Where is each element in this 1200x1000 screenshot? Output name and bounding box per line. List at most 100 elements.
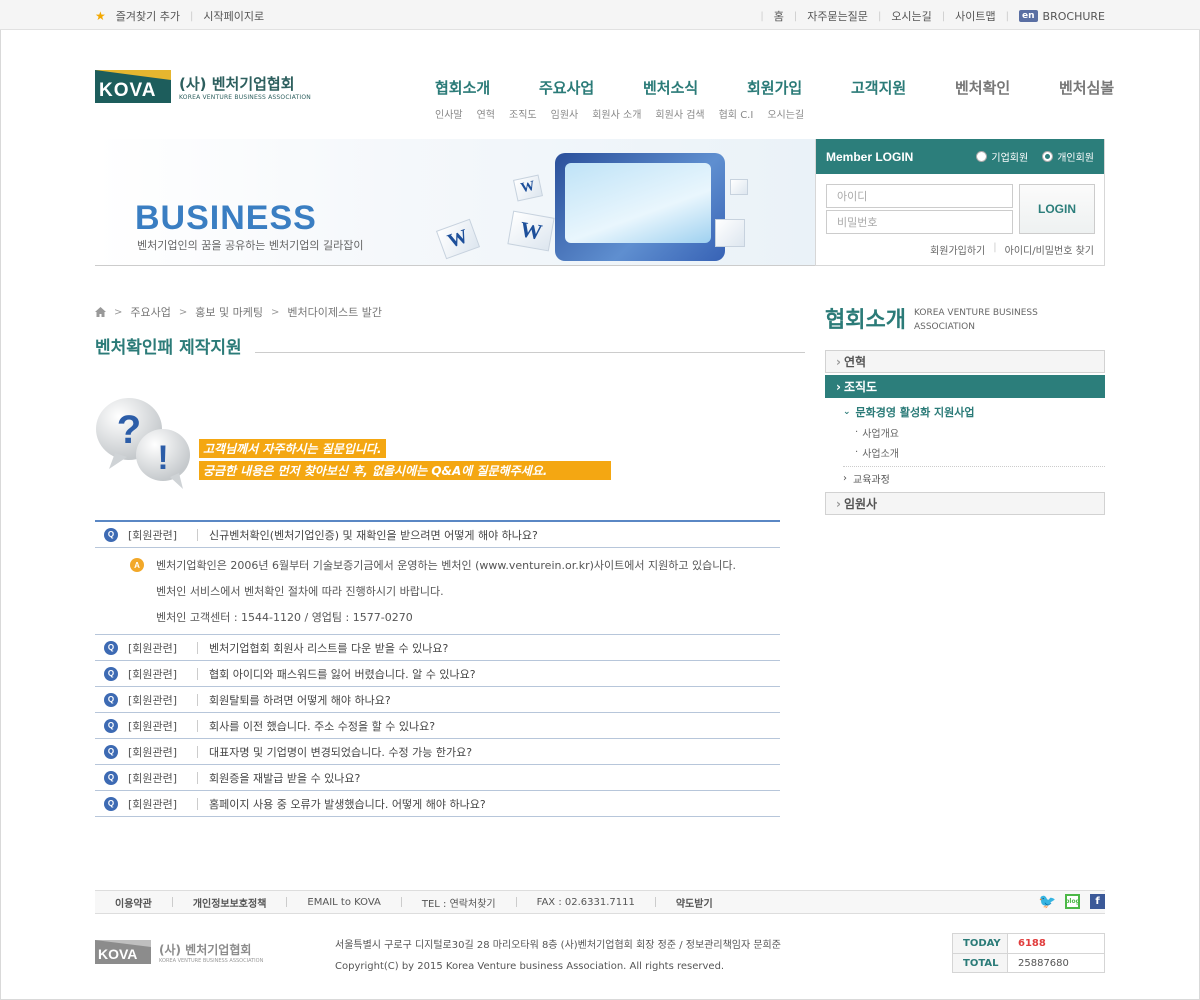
radio-unchecked-icon: [976, 151, 988, 162]
answer-line: 벤처기업확인은 2006년 6월부터 기술보증기금에서 운영하는 벤처인 (ww…: [156, 559, 736, 572]
nav-about[interactable]: 협회소개: [435, 77, 539, 98]
side-sub-education[interactable]: › 교육과정: [843, 466, 1105, 490]
visitor-counter: TODAY 6188 TOTAL 25887680: [952, 933, 1105, 973]
home-link[interactable]: 홈: [774, 8, 784, 24]
question-bubble-icon: ? !: [96, 398, 190, 489]
password-input[interactable]: [826, 210, 1013, 234]
site-logo[interactable]: KOVA (사) 벤처기업협회 KOREA VENTURE BUSINESS A…: [95, 70, 311, 103]
footer-map-link[interactable]: 약도받기: [656, 895, 733, 910]
faq-answer: A 벤처기업확인은 2006년 6월부터 기술보증기금에서 운영하는 벤처인 (…: [95, 548, 780, 635]
copyright-line: Copyright(C) by 2015 Korea Venture busin…: [335, 961, 725, 972]
subnav-directions[interactable]: 오시는길: [767, 106, 804, 121]
faq-row[interactable]: Q [회원관련] 회사를 이전 했습니다. 주소 수정을 할 수 있나요?: [95, 713, 780, 739]
sitemap-link[interactable]: 사이트맵: [955, 8, 995, 24]
brochure-link[interactable]: en BROCHURE: [1019, 10, 1105, 23]
faq-question: 대표자명 및 기업명이 변경되었습니다. 수정 가능 한가요?: [209, 745, 473, 759]
find-account-link[interactable]: 아이디/비밀번호 찾기: [1005, 242, 1094, 257]
w-cube-icon: W: [507, 210, 555, 252]
faq-row[interactable]: Q [회원관련] 회원증을 재발급 받을 수 있나요?: [95, 765, 780, 791]
footer-terms-link[interactable]: 이용약관: [95, 895, 172, 910]
chevron-right-icon: ›: [836, 496, 841, 511]
today-value: 6188: [1018, 938, 1046, 949]
chevron-down-icon: ⌄: [843, 407, 851, 417]
breadcrumb-item[interactable]: 주요사업: [130, 304, 170, 320]
separator: |: [993, 242, 997, 253]
footer-logo-name-en: KOREA VENTURE BUSINESS ASSOCIATION: [159, 957, 264, 964]
social-links: 🐦 blog f: [1039, 894, 1105, 910]
faq-category: [회원관련]: [128, 771, 178, 785]
nav-news[interactable]: 벤처소식: [643, 77, 747, 98]
side-sub-culture[interactable]: ⌄ 문화경영 활성화 지원사업: [843, 402, 1105, 422]
faq-category: [회원관련]: [128, 667, 178, 681]
faq-category: [회원관련]: [128, 528, 178, 542]
home-icon[interactable]: [95, 307, 106, 317]
faq-category: [회원관련]: [128, 797, 178, 811]
subnav-greeting[interactable]: 인사말: [435, 106, 463, 121]
sub-navigation: 인사말 연혁 조직도 임원사 회원사 소개 회원사 검색 협회 C.I 오시는길: [435, 106, 804, 121]
footer-fax-label: FAX : 02.6331.7111: [536, 896, 635, 908]
title-divider: [255, 352, 805, 353]
side-submenu: ⌄ 문화경영 활성화 지원사업 · 사업개요 · 사업소개 › 교육과정: [825, 400, 1105, 492]
breadcrumb-item[interactable]: 벤처다이제스트 발간: [287, 304, 382, 320]
footer-tel-link[interactable]: TEL : 연락처찾기: [402, 895, 516, 910]
faq-row[interactable]: Q [회원관련] 벤처기업협회 회원사 리스트를 다운 받을 수 있나요?: [95, 635, 780, 661]
total-label: TOTAL: [953, 954, 1008, 972]
facebook-icon[interactable]: f: [1090, 894, 1105, 909]
side-title-en: KOREA VENTURE BUSINESS ASSOCIATION: [913, 308, 1038, 332]
separator: |: [1005, 10, 1010, 22]
nav-support[interactable]: 고객지원: [851, 77, 955, 98]
side-sub-intro[interactable]: · 사업소개: [843, 442, 1105, 462]
question-icon: Q: [104, 770, 118, 785]
question-icon: Q: [104, 640, 118, 655]
faq-row[interactable]: Q [회원관련] 신규벤처확인(벤처기업인증) 및 재확인을 받으려면 어떻게 …: [95, 522, 780, 548]
subnav-organization[interactable]: 조직도: [509, 106, 537, 121]
faq-row[interactable]: Q [회원관련] 협회 아이디와 패스워드를 잃어 버렸습니다. 알 수 있나요…: [95, 661, 780, 687]
subnav-ci[interactable]: 협회 C.I: [719, 106, 754, 121]
blog-icon[interactable]: blog: [1065, 894, 1080, 909]
subnav-executives[interactable]: 임원사: [551, 106, 579, 121]
chevron-right-icon: >: [114, 306, 123, 318]
faq-category: [회원관련]: [128, 693, 178, 707]
add-favorite-link[interactable]: 즐겨찾기 추가: [116, 8, 180, 24]
side-sub-overview[interactable]: · 사업개요: [843, 422, 1105, 442]
subnav-history[interactable]: 연혁: [477, 106, 495, 121]
directions-link[interactable]: 오시는길: [891, 8, 931, 24]
login-button[interactable]: LOGIN: [1019, 184, 1095, 234]
side-menu-title: 협회소개 KOREA VENTURE BUSINESS ASSOCIATION: [825, 302, 1064, 334]
english-badge-icon: en: [1019, 10, 1038, 22]
faq-question: 홈페이지 사용 중 오류가 발생했습니다. 어떻게 해야 하나요?: [209, 797, 486, 811]
subnav-members-intro[interactable]: 회원사 소개: [592, 106, 641, 121]
twitter-icon[interactable]: 🐦: [1039, 894, 1056, 910]
side-menu-history[interactable]: › 연혁: [825, 350, 1105, 373]
breadcrumb-item[interactable]: 홍보 및 마케팅: [195, 304, 263, 320]
nav-venture-symbol[interactable]: 벤처심볼: [1059, 77, 1119, 98]
member-login-box: Member LOGIN 기업회원 개인회원 LOGIN 회원가입하기 | 아이…: [815, 139, 1105, 266]
faq-row[interactable]: Q [회원관련] 대표자명 및 기업명이 변경되었습니다. 수정 가능 한가요?: [95, 739, 780, 765]
radio-personal-member[interactable]: 개인회원: [1042, 149, 1094, 164]
join-link[interactable]: 회원가입하기: [930, 242, 985, 257]
svg-text:?: ?: [117, 408, 141, 452]
total-value: 25887680: [1018, 957, 1069, 969]
footer-email-link[interactable]: EMAIL to KOVA: [287, 897, 400, 908]
kova-logo-icon: KOVA: [95, 70, 171, 103]
set-homepage-link[interactable]: 시작페이지로: [203, 8, 264, 24]
footer-logo: KOVA (사) 벤처기업협회 KOREA VENTURE BUSINESS A…: [95, 940, 263, 964]
faq-row[interactable]: Q [회원관련] 홈페이지 사용 중 오류가 발생했습니다. 어떻게 해야 하나…: [95, 791, 780, 817]
logo-name-ko: (사) 벤처기업협회: [179, 74, 295, 93]
radio-checked-icon: [1042, 151, 1054, 162]
nav-venture-check[interactable]: 벤처확인: [955, 77, 1059, 98]
nav-business[interactable]: 주요사업: [539, 77, 643, 98]
side-menu-executives[interactable]: › 임원사: [825, 492, 1105, 515]
subnav-members-search[interactable]: 회원사 검색: [655, 106, 704, 121]
question-icon: Q: [104, 744, 118, 759]
side-menu-organization[interactable]: › 조직도: [825, 375, 1105, 398]
top-utility-bar: ★ 즐겨찾기 추가 | 시작페이지로 | 홈 | 자주묻는질문 | 오시는길 |…: [0, 0, 1200, 30]
banner-subtitle: 벤처기업인의 꿈을 공유하는 벤처기업의 길라잡이: [137, 239, 364, 252]
nav-join[interactable]: 회원가입: [747, 77, 851, 98]
footer-privacy-link[interactable]: 개인정보보호정책: [173, 895, 287, 910]
faq-row[interactable]: Q [회원관련] 회원탈퇴를 하려면 어떻게 해야 하나요?: [95, 687, 780, 713]
user-id-input[interactable]: [826, 184, 1013, 208]
faq-link[interactable]: 자주묻는질문: [807, 8, 868, 24]
radio-corporate-member[interactable]: 기업회원: [976, 149, 1028, 164]
main-navigation: 협회소개 주요사업 벤처소식 회원가입 고객지원 벤처확인 벤처심볼: [435, 77, 1119, 98]
